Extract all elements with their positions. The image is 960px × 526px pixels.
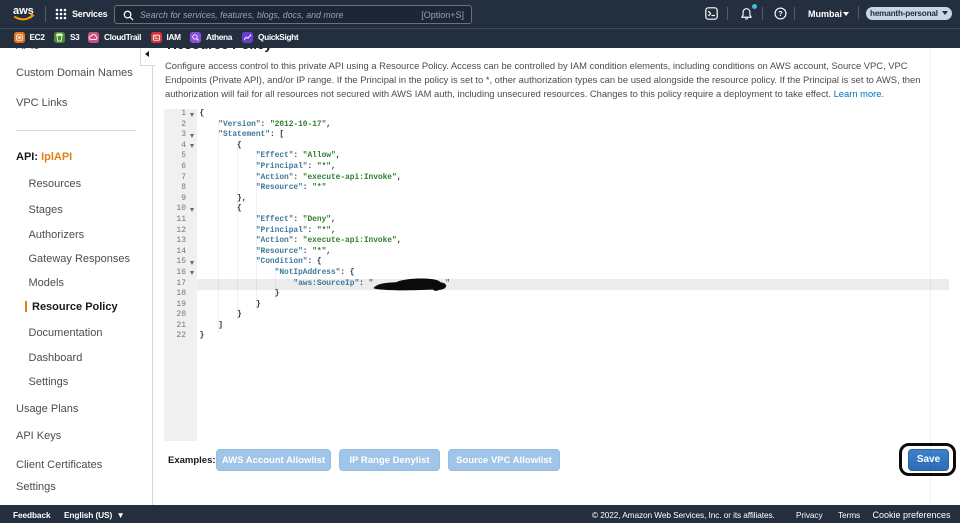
svg-text:?: ?	[778, 9, 783, 18]
